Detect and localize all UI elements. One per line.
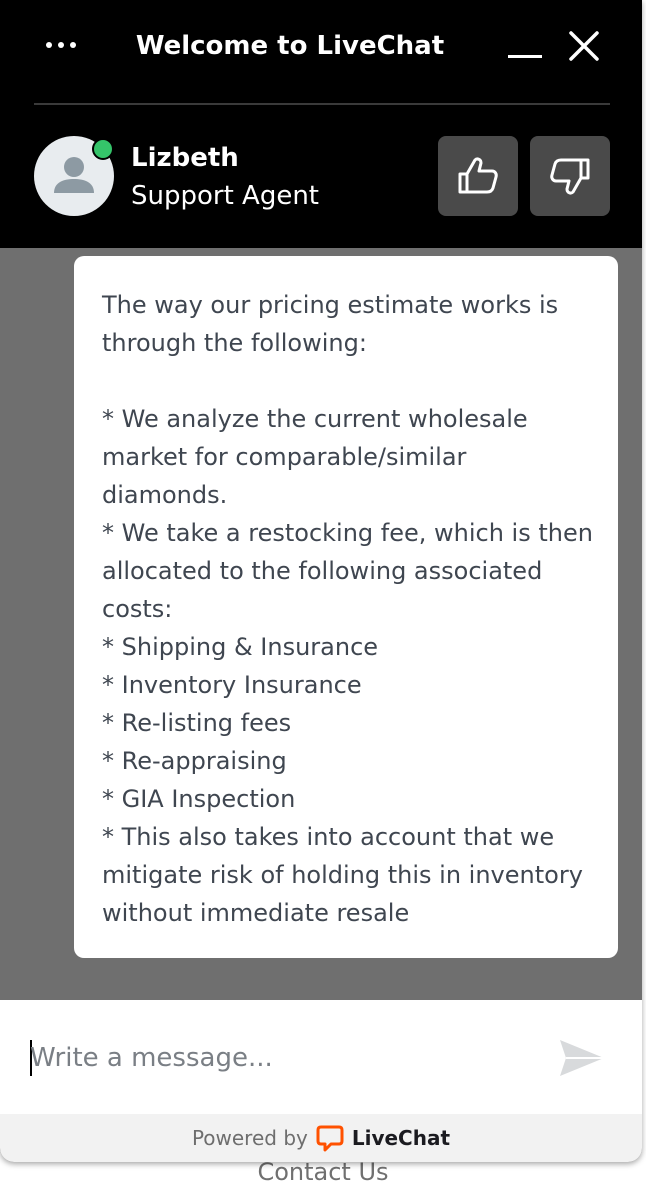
livechat-widget: Welcome to LiveChat Lizbeth Support Agen…	[0, 0, 642, 1162]
message-line: * Inventory Insurance	[102, 671, 362, 699]
message-input[interactable]	[30, 1036, 530, 1080]
livechat-brand-link[interactable]: LiveChat	[352, 1126, 450, 1150]
online-status-indicator	[92, 138, 114, 160]
more-horizontal-icon[interactable]	[36, 30, 86, 60]
message-line: * Re-listing fees	[102, 709, 292, 737]
livechat-logo-icon	[316, 1124, 344, 1152]
message-line: * We analyze the current wholesale marke…	[102, 405, 528, 509]
thumbs-down-icon	[550, 158, 590, 195]
message-line: * Shipping & Insurance	[102, 633, 379, 661]
chat-title: Welcome to LiveChat	[135, 31, 445, 61]
message-line: The way our pricing estimate works is th…	[102, 291, 559, 357]
chat-header: Welcome to LiveChat Lizbeth Support Agen…	[0, 0, 642, 248]
message-list: The way our pricing estimate works is th…	[0, 248, 642, 1000]
minimize-icon[interactable]	[504, 30, 546, 64]
send-icon	[560, 1040, 604, 1076]
send-button[interactable]	[556, 1036, 608, 1080]
rate-bad-button[interactable]	[530, 136, 610, 216]
message-line: * Re-appraising	[102, 747, 287, 775]
background-contact-us-link: Contact Us	[257, 1158, 389, 1186]
message-line: * GIA Inspection	[102, 785, 296, 813]
header-divider	[34, 103, 610, 105]
message-line: * We take a restocking fee, which is the…	[102, 519, 593, 623]
message-line: * This also takes into account that we m…	[102, 823, 583, 927]
rate-good-button[interactable]	[438, 136, 518, 216]
agent-message-bubble: The way our pricing estimate works is th…	[74, 256, 618, 958]
close-icon[interactable]	[564, 26, 604, 66]
powered-by-footer: Powered by LiveChat	[0, 1114, 642, 1162]
message-line	[102, 362, 598, 400]
message-composer	[0, 1000, 642, 1114]
agent-role: Support Agent	[131, 181, 320, 211]
agent-name: Lizbeth	[131, 143, 239, 173]
thumbs-up-icon	[458, 157, 498, 194]
powered-by-label: Powered by	[191, 1126, 308, 1150]
